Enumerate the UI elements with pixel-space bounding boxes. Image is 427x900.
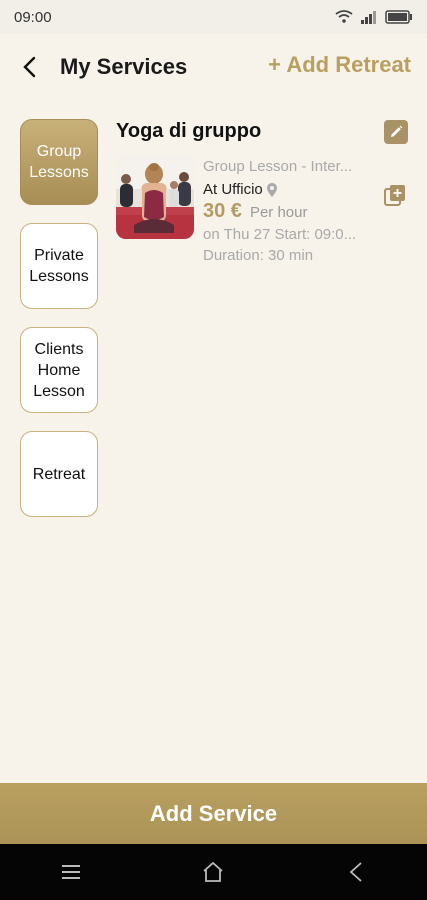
status-icons <box>335 10 413 24</box>
nav-back-button[interactable] <box>326 852 386 892</box>
location-text: At Ufficio <box>203 181 263 198</box>
status-time: 09:00 <box>14 8 52 26</box>
page-title: My Services <box>60 54 188 79</box>
signal-icon <box>361 11 376 24</box>
add-service-button[interactable]: Add Service <box>0 783 427 844</box>
battery-icon <box>385 10 412 24</box>
category-label: Clients Home Lesson <box>33 340 85 400</box>
category-label: Private Lessons <box>29 247 89 285</box>
wifi-icon <box>335 10 353 23</box>
service-card[interactable]: Yoga di gruppo Group Lesson - Inter... A… <box>116 118 412 278</box>
menu-icon <box>62 865 81 879</box>
service-location: At Ufficio <box>203 179 379 200</box>
copy-add-icon <box>384 185 405 206</box>
category-private-lessons[interactable]: Private Lessons <box>20 223 98 309</box>
service-image <box>116 155 194 239</box>
service-subtitle: Group Lesson - Inter... <box>203 158 353 175</box>
chevron-left-icon <box>23 56 36 78</box>
edit-button[interactable] <box>384 120 408 144</box>
service-duration: Duration: 30 min <box>203 247 314 264</box>
yoga-photo <box>116 155 194 239</box>
service-schedule: on Thu 27 Start: 09:0... <box>203 226 357 243</box>
category-group-lessons[interactable]: Group Lessons <box>20 119 98 205</box>
service-price: 30 € <box>203 200 242 222</box>
service-title: Yoga di gruppo <box>116 120 262 142</box>
home-icon <box>203 862 224 882</box>
price-unit: Per hour <box>249 204 308 221</box>
nav-home-button[interactable] <box>183 852 243 892</box>
back-button[interactable] <box>14 52 44 82</box>
system-nav-bar <box>0 844 427 900</box>
pencil-icon <box>391 125 403 137</box>
header: My Services + Add Retreat <box>0 34 427 100</box>
category-label: Retreat <box>32 465 86 483</box>
duplicate-button[interactable] <box>382 182 408 208</box>
price-row: 30 € Per hour <box>203 200 379 226</box>
service-meta: Group Lesson - Inter... At Ufficio 30 € … <box>203 158 379 268</box>
back-icon <box>349 862 362 882</box>
location-pin-icon <box>266 182 277 197</box>
category-clients-home-lesson[interactable]: Clients Home Lesson <box>20 327 98 413</box>
category-retreat[interactable]: Retreat <box>20 431 98 517</box>
status-bar: 09:00 <box>0 0 427 34</box>
nav-menu-button[interactable] <box>41 852 101 892</box>
category-label: Group Lessons <box>29 143 89 181</box>
add-retreat-button[interactable]: + Add Retreat <box>268 52 411 78</box>
